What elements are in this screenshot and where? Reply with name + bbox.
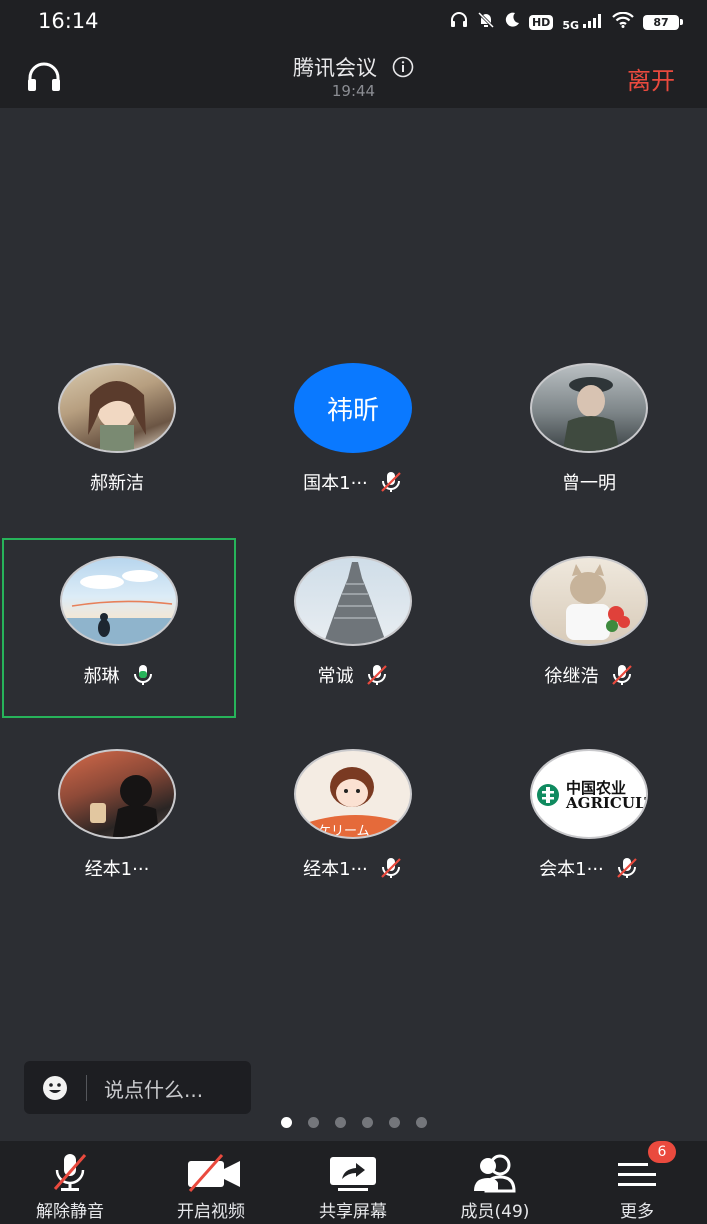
participant-name: 徐继浩: [544, 666, 599, 687]
participant-name-row: 郝琳: [2, 662, 236, 688]
unmute-button[interactable]: 解除静音: [0, 1141, 140, 1224]
page-dot[interactable]: [388, 1117, 400, 1128]
participant-name: 会本1···: [539, 859, 604, 880]
mic-muted-icon: [365, 663, 389, 687]
page-dot[interactable]: [415, 1117, 427, 1128]
participant-tile-speaking[interactable]: 郝琳: [2, 538, 236, 718]
participant-tile[interactable]: 祎昕 国本1···: [236, 345, 470, 525]
signal-icon: [583, 13, 603, 32]
avatar: ケリーム: [294, 749, 412, 839]
mic-muted-icon: [45, 1153, 95, 1193]
share-screen-label: 共享屏幕: [319, 1202, 387, 1222]
bank-logo-text: 中国农业 AGRICULTURAL BA: [566, 779, 646, 812]
participant-tile[interactable]: 曾一明: [472, 345, 706, 525]
hd-badge: HD: [528, 14, 554, 30]
participant-name-row: 经本1···: [0, 855, 234, 881]
page-dot[interactable]: [307, 1117, 319, 1128]
mic-muted-icon: [615, 856, 639, 880]
participant-name: 经本1···: [84, 859, 150, 880]
avatar: [530, 556, 648, 646]
participant-name-row: 国本1···: [236, 469, 470, 495]
moon-icon: [504, 12, 520, 32]
status-bar: 16:14 HD 5G 87: [0, 0, 707, 44]
participant-name-row: 徐继浩: [472, 662, 706, 688]
status-icons: HD 5G 87: [450, 11, 683, 33]
mic-muted-icon: [610, 663, 634, 687]
silent-bell-icon: [477, 11, 495, 33]
avatar: [294, 556, 412, 646]
wifi-icon: [612, 11, 634, 32]
meeting-timer: 19:44: [331, 82, 376, 100]
participant-name-row: 常诚: [236, 662, 470, 688]
participant-tile[interactable]: 中国农业 AGRICULTURAL BA 会本1···: [472, 731, 706, 911]
battery-indicator: 87: [643, 14, 683, 30]
chat-divider: [86, 1075, 87, 1101]
avatar: [530, 363, 648, 453]
participant-name-row: 曾一明: [472, 469, 706, 495]
page-dot[interactable]: [334, 1117, 346, 1128]
start-video-button[interactable]: 开启视频: [141, 1141, 281, 1224]
network-label: 5G: [562, 18, 579, 32]
chat-input[interactable]: 说点什么...: [24, 1061, 251, 1114]
avatar: [58, 363, 176, 453]
battery-tip: [680, 19, 683, 25]
meeting-header: 腾讯会议 19:44 离开: [0, 44, 707, 108]
participant-name: 常诚: [317, 666, 354, 687]
headphone-status-icon: [450, 12, 468, 32]
participant-tile[interactable]: 郝新洁: [0, 345, 234, 525]
page-indicator: [0, 1117, 707, 1128]
chat-placeholder: 说点什么...: [104, 1078, 204, 1102]
bottom-toolbar: 解除静音 开启视频 共享屏幕 成员(49) 6 更多: [0, 1141, 707, 1224]
status-time: 16:14: [38, 9, 99, 33]
participant-tile[interactable]: 经本1···: [0, 731, 234, 911]
participant-tile[interactable]: ケリーム 经本1···: [236, 731, 470, 911]
more-label: 更多: [620, 1202, 654, 1222]
participant-name-row: 会本1···: [472, 855, 706, 881]
share-screen-button[interactable]: 共享屏幕: [283, 1141, 423, 1224]
mic-muted-icon: [379, 856, 403, 880]
share-screen-icon: [328, 1153, 378, 1193]
mic-active-icon: [131, 663, 155, 687]
participant-name: 国本1···: [303, 473, 368, 494]
members-button[interactable]: 成员(49): [425, 1141, 565, 1224]
svg-text:ケリーム: ケリーム: [318, 824, 370, 839]
emoji-icon[interactable]: [42, 1075, 68, 1101]
participant-name: 经本1···: [303, 859, 368, 880]
info-icon[interactable]: [392, 56, 414, 78]
start-video-label: 开启视频: [177, 1202, 245, 1222]
text-avatar: 祎昕: [294, 363, 412, 453]
page-dot[interactable]: [361, 1117, 373, 1128]
camera-off-icon: [186, 1153, 240, 1193]
participant-name-row: 经本1···: [236, 855, 470, 881]
members-icon: [470, 1153, 520, 1193]
avatar: [58, 749, 176, 839]
participant-name: 曾一明: [562, 473, 616, 494]
avatar: 中国农业 AGRICULTURAL BA: [530, 749, 648, 839]
meeting-title-row: 腾讯会议: [0, 52, 707, 82]
page-dot-active[interactable]: [280, 1117, 292, 1128]
signal-group: 5G: [562, 13, 603, 32]
leave-button[interactable]: 离开: [627, 61, 675, 96]
meeting-title: 腾讯会议: [292, 56, 377, 80]
avatar: [60, 556, 178, 646]
notification-badge: 6: [648, 1141, 676, 1163]
participant-tile[interactable]: 徐继浩: [472, 538, 706, 718]
battery-level: 87: [643, 14, 679, 30]
members-label: 成员(49): [460, 1202, 530, 1222]
participant-name: 郝新洁: [90, 473, 144, 494]
participant-name-row: 郝新洁: [0, 469, 234, 495]
unmute-label: 解除静音: [36, 1202, 104, 1222]
more-button[interactable]: 6 更多: [567, 1141, 707, 1224]
participant-tile[interactable]: 常诚: [236, 538, 470, 718]
mic-muted-icon: [379, 470, 403, 494]
participant-name: 郝琳: [83, 666, 120, 687]
